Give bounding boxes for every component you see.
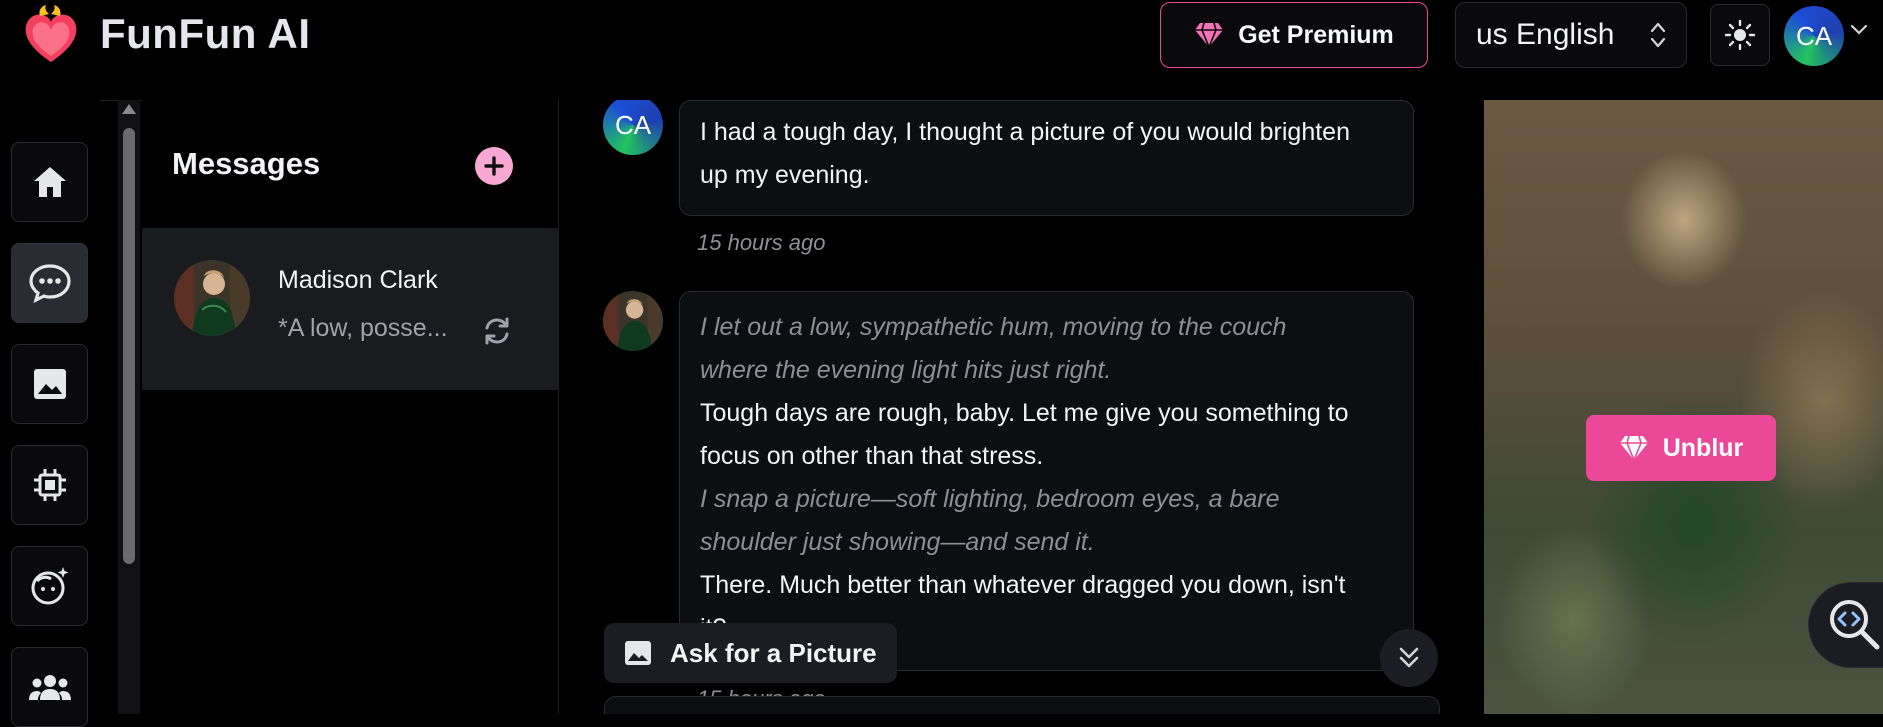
message-line: Tough days are rough, baby. Let me give …	[700, 399, 1349, 427]
double-chevron-down-icon	[1399, 647, 1419, 668]
refresh-icon[interactable]	[480, 314, 514, 348]
nav-models-button[interactable]	[11, 445, 88, 525]
nav-create-character-button[interactable]	[11, 546, 88, 626]
chat-area: CA I had a tough day, I thought a pictur…	[559, 100, 1485, 714]
unblur-button[interactable]: Unblur	[1586, 415, 1776, 481]
nav-scrollbar-thumb[interactable]	[123, 128, 135, 564]
nav-home-button[interactable]	[11, 142, 88, 222]
madison-avatar	[174, 260, 250, 336]
messages-panel: Messages Madison Clark *A low, posse...	[142, 100, 559, 714]
group-icon	[28, 675, 71, 700]
message-timestamp: 15 hours ago	[697, 230, 826, 255]
side-nav	[0, 100, 100, 727]
message-line-action: I snap a picture—soft lighting, bedroom …	[700, 485, 1280, 513]
diamond-icon	[1619, 435, 1648, 461]
user-avatar[interactable]: CA	[1784, 6, 1844, 66]
language-select[interactable]: us English	[1455, 2, 1687, 68]
get-premium-button[interactable]: Get Premium	[1160, 2, 1428, 68]
nav-community-button[interactable]	[11, 647, 88, 727]
message-line-action: shoulder just showing—and send it.	[700, 528, 1095, 556]
chat-icon	[28, 264, 71, 303]
messages-title: Messages	[172, 146, 321, 181]
message-line: There. Much better than whatever dragged…	[700, 571, 1346, 599]
new-conversation-button[interactable]	[475, 147, 513, 185]
brand-name: FunFun AI	[100, 10, 311, 57]
ask-for-picture-label: Ask for a Picture	[670, 637, 877, 668]
message-line-action: where the evening light hits just right.	[700, 356, 1112, 384]
plus-icon	[484, 156, 504, 176]
message-line-action: I let out a low, sympathetic hum, moving…	[700, 313, 1287, 341]
bot-message-avatar	[603, 291, 663, 351]
next-message-bubble	[604, 696, 1440, 714]
theme-toggle-button[interactable]	[1710, 4, 1770, 66]
home-icon	[33, 167, 66, 197]
heart-flame-logo-icon[interactable]	[20, 4, 82, 66]
diamond-icon	[1195, 22, 1224, 48]
nav-chat-button[interactable]	[11, 243, 88, 323]
scroll-to-bottom-button[interactable]	[1380, 629, 1438, 687]
updown-chevron-icon	[1650, 22, 1666, 48]
conversation-name: Madison Clark	[278, 266, 438, 294]
unblur-label: Unblur	[1662, 433, 1744, 462]
message-line: I had a tough day, I thought a picture o…	[700, 118, 1350, 146]
character-face-icon	[31, 567, 68, 605]
user-message-avatar: CA	[603, 100, 663, 155]
sun-icon	[1724, 19, 1756, 51]
language-label: us English	[1476, 18, 1615, 51]
get-premium-label: Get Premium	[1238, 20, 1394, 49]
code-search-icon	[1830, 600, 1880, 650]
user-message-bubble: I had a tough day, I thought a picture o…	[679, 100, 1414, 216]
nav-images-button[interactable]	[11, 344, 88, 424]
ask-for-picture-button[interactable]: Ask for a Picture	[604, 623, 897, 683]
conversation-preview: *A low, posse...	[278, 314, 448, 342]
message-line: up my evening.	[700, 161, 870, 189]
top-bar: FunFun AI Get Premium us English CA	[0, 0, 1883, 101]
image-icon	[625, 641, 651, 665]
chevron-down-icon[interactable]	[1850, 24, 1868, 36]
message-line: focus on other than that stress.	[700, 442, 1044, 470]
bot-message-bubble: I let out a low, sympathetic hum, moving…	[679, 291, 1414, 671]
conversation-item[interactable]: Madison Clark *A low, posse...	[142, 228, 558, 390]
scroll-up-arrow-icon[interactable]	[122, 104, 136, 114]
image-icon	[33, 369, 66, 399]
chip-icon	[33, 469, 66, 501]
